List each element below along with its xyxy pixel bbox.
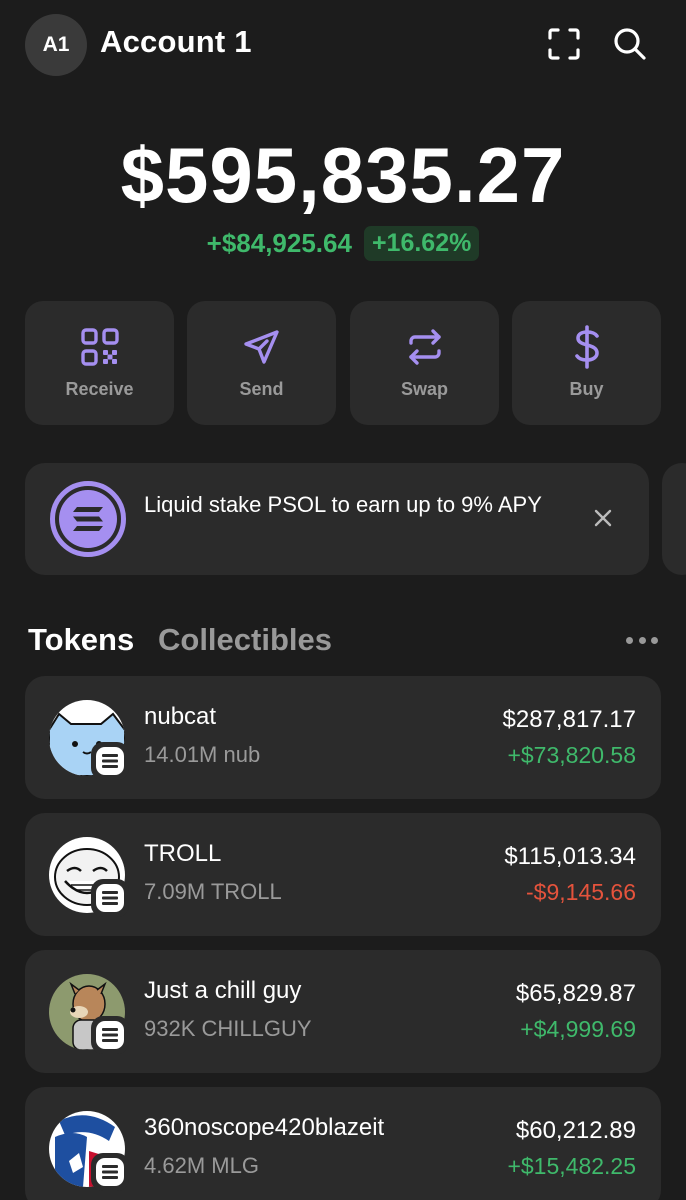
tab-tokens[interactable]: Tokens: [28, 622, 134, 658]
token-row-nubcat[interactable]: nubcat 14.01M nub $287,817.17 +$73,820.5…: [25, 676, 661, 799]
scan-icon[interactable]: [544, 24, 584, 64]
swap-label: Swap: [400, 378, 448, 399]
balance-change-row: +$84,925.64 +16.62%: [0, 226, 686, 261]
token-change: -$9,145.66: [526, 879, 636, 905]
token-row-troll[interactable]: TROLL 7.09M TROLL $115,013.34 -$9,145.66: [25, 813, 661, 936]
swap-button[interactable]: Swap: [350, 301, 499, 425]
token-amount: 932K CHILLGUY: [144, 1016, 312, 1041]
token-row-chillguy[interactable]: Just a chill guy 932K CHILLGUY $65,829.8…: [25, 950, 661, 1073]
token-value: $287,817.17: [502, 706, 636, 733]
next-promo-card[interactable]: [662, 463, 686, 575]
token-change: +$73,820.58: [507, 742, 636, 768]
receive-button[interactable]: Receive: [25, 301, 174, 425]
account-name[interactable]: Account 1: [100, 24, 252, 60]
swap-icon: [405, 327, 445, 367]
search-icon[interactable]: [610, 24, 650, 64]
account-avatar[interactable]: A1: [25, 14, 87, 76]
solana-chain-badge-icon: [91, 742, 129, 780]
token-change: +$15,482.25: [507, 1153, 636, 1179]
dollar-icon: [567, 324, 607, 369]
close-icon[interactable]: [588, 503, 618, 533]
solana-chain-badge-icon: [91, 879, 129, 917]
token-amount: 14.01M nub: [144, 742, 261, 767]
token-value: $115,013.34: [504, 843, 636, 870]
solana-logo-icon: [50, 481, 126, 557]
balance-change-percent-badge: +16.62%: [363, 226, 480, 261]
receive-label: Receive: [65, 378, 134, 399]
token-change: +$4,999.69: [520, 1016, 636, 1042]
solana-chain-badge-icon: [91, 1153, 129, 1191]
token-value: $60,212.89: [515, 1117, 636, 1144]
send-label: Send: [239, 378, 284, 399]
token-value: $65,829.87: [515, 980, 636, 1007]
token-name: TROLL: [144, 840, 222, 867]
balance-change-amount: +$84,925.64: [206, 228, 352, 258]
header: A1 Account 1: [0, 0, 686, 92]
token-amount: 4.62M MLG: [144, 1153, 259, 1178]
total-balance: $595,835.27: [120, 131, 566, 219]
more-options-icon[interactable]: [626, 630, 658, 650]
token-name: 360noscope420blazeit: [144, 1114, 385, 1141]
solana-chain-badge-icon: [91, 1016, 129, 1054]
action-buttons: Receive Send Swap Buy: [25, 301, 661, 425]
buy-button[interactable]: Buy: [512, 301, 661, 425]
asset-tabs: Tokens Collectibles: [28, 622, 658, 662]
token-amount: 7.09M TROLL: [144, 879, 282, 904]
promo-text: Liquid stake PSOL to earn up to 9% APY: [144, 492, 542, 517]
qr-code-icon: [80, 327, 120, 367]
send-button[interactable]: Send: [187, 301, 336, 425]
token-name: Just a chill guy: [144, 977, 302, 1004]
stake-promo-banner[interactable]: Liquid stake PSOL to earn up to 9% APY: [25, 463, 649, 575]
buy-label: Buy: [569, 378, 604, 399]
tab-collectibles[interactable]: Collectibles: [158, 622, 332, 658]
send-icon: [242, 327, 282, 367]
token-name: nubcat: [144, 703, 217, 730]
token-row-mlg[interactable]: 360noscope420blazeit 4.62M MLG $60,212.8…: [25, 1087, 661, 1200]
